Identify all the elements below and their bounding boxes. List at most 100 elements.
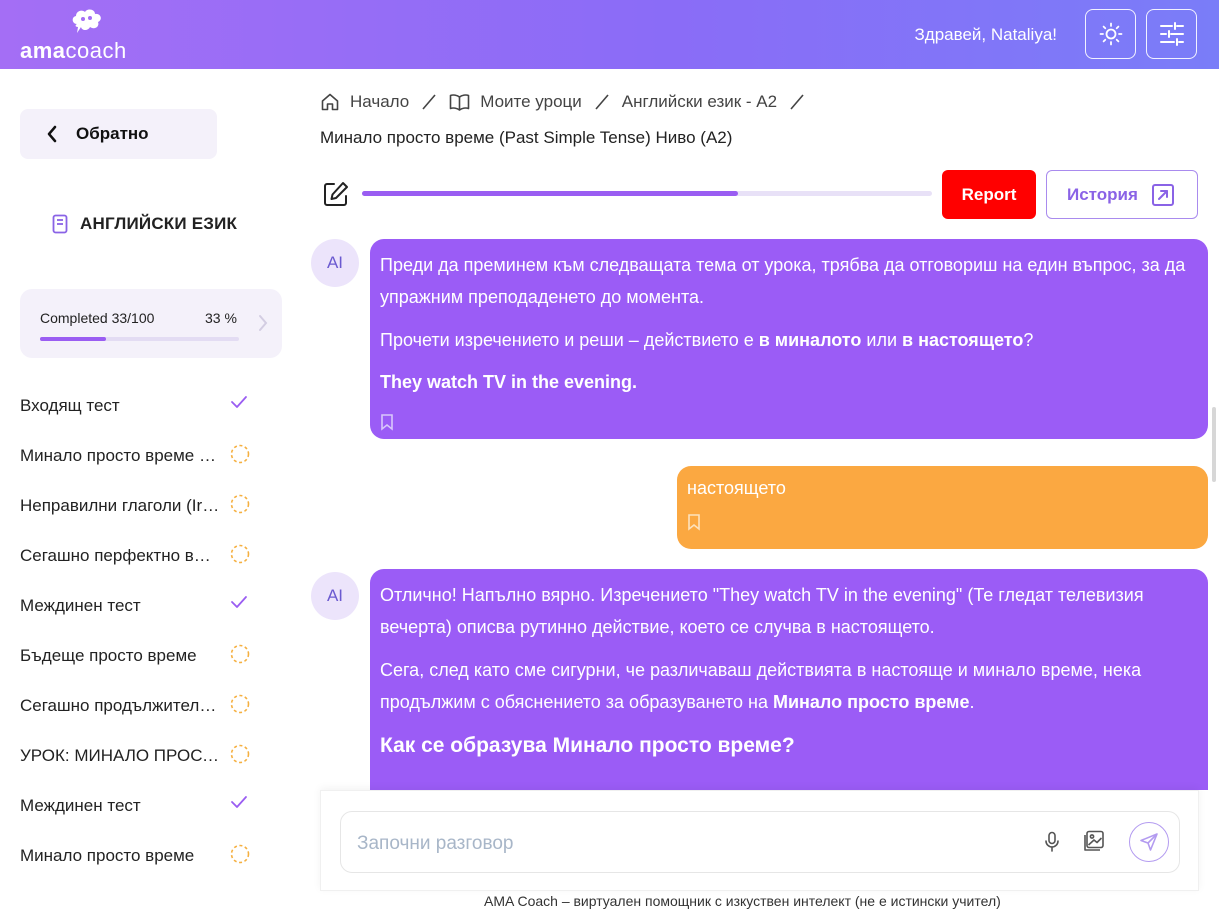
progress-label: Completed 33/100 xyxy=(40,310,155,326)
ai-message: Отлично! Напълно вярно. Изречението "The… xyxy=(370,569,1208,790)
image-upload-icon[interactable] xyxy=(1083,830,1105,852)
breadcrumb-course-label: Английски език - А2 xyxy=(621,92,778,111)
send-icon xyxy=(1140,833,1158,851)
pending-circle-icon xyxy=(230,644,250,669)
check-icon xyxy=(230,394,248,415)
check-icon xyxy=(230,794,248,815)
sidebar-lesson-title: Сегашно продължително време xyxy=(20,696,220,715)
sidebar-lesson-title: Сегашно перфектно време xyxy=(20,546,220,565)
chat-thread[interactable]: AI Преди да преминем към следващата тема… xyxy=(300,232,1219,790)
message-text-part: ? xyxy=(1023,329,1034,350)
sliders-icon xyxy=(1159,22,1184,46)
sidebar-lesson-title: Бъдеще просто време xyxy=(20,646,197,665)
pending-circle-icon xyxy=(230,744,250,769)
sidebar-lesson-title: УРОК: МИНАЛО ПРОСТО ВРЕМЕ xyxy=(20,746,220,765)
sidebar-lesson-item[interactable]: Сегашно перфектно време xyxy=(20,531,260,581)
message-text: Преди да преминем към следващата тема от… xyxy=(380,255,1186,308)
breadcrumb-my-lessons[interactable]: Моите уроци xyxy=(449,92,582,112)
logo-ama: AMA xyxy=(20,38,66,63)
message-text-part: или xyxy=(861,329,903,350)
slash-separator-icon xyxy=(595,94,609,110)
lesson-list: Входящ тест Минало просто време (Past Sim… xyxy=(20,381,260,881)
bookmark-icon xyxy=(688,514,700,531)
message-text-bold: They watch TV in the evening. xyxy=(380,372,638,393)
pending-circle-icon xyxy=(230,494,250,519)
logo-coach: Coach xyxy=(65,38,127,63)
sidebar-lesson-title: Входящ тест xyxy=(20,396,120,415)
breadcrumb-my-lessons-label: Моите уроци xyxy=(480,92,582,111)
message-text-part: . xyxy=(969,692,975,713)
breadcrumb-course[interactable]: Английски език - А2 xyxy=(622,92,777,112)
book-icon xyxy=(52,214,68,234)
bookmark-button[interactable] xyxy=(687,513,1198,536)
message-text: настоящето xyxy=(687,478,786,498)
microphone-icon[interactable] xyxy=(1044,831,1060,853)
course-title: АНГЛИЙСКИ ЕЗИК xyxy=(52,214,237,234)
message-text-bold: They watch TV in the evening. xyxy=(380,366,1198,398)
settings-button[interactable] xyxy=(1146,9,1197,59)
sidebar-lesson-item[interactable]: Сегашно продължително време xyxy=(20,681,260,731)
back-button-label: Обратно xyxy=(76,124,149,143)
message-text-bold: в настоящето xyxy=(902,329,1024,350)
theme-toggle-button[interactable] xyxy=(1085,9,1136,59)
lesson-title: Минало просто време (Past Simple Tense) … xyxy=(320,128,733,147)
logo-wordmark: AMACoach xyxy=(20,38,127,64)
app-logo[interactable]: AMACoach xyxy=(18,8,148,64)
home-icon xyxy=(321,93,339,111)
breadcrumb: Начало Моите уроци Английски език - А2 xyxy=(320,92,817,112)
message-text-bold: Минало просто време xyxy=(772,692,970,713)
sidebar-lesson-item[interactable]: Минало просто време xyxy=(20,831,260,881)
sidebar: Обратно АНГЛИЙСКИ ЕЗИК Completed 33/100 … xyxy=(0,69,300,910)
app-header: AMACoach Здравей, Nataliya! xyxy=(0,0,1219,69)
sidebar-lesson-item[interactable]: Неправилни глаголи (Irregular Verbs) xyxy=(20,481,260,531)
breadcrumb-home-label: Начало xyxy=(350,92,410,111)
lesson-progress-fill xyxy=(362,191,739,196)
sidebar-lesson-title: Междинен тест xyxy=(20,596,141,615)
ai-message: Преди да преминем към следващата тема от… xyxy=(370,239,1208,439)
progress-percent: 33 % xyxy=(205,310,237,326)
pending-circle-icon xyxy=(230,694,250,719)
chevron-right-icon xyxy=(259,315,268,331)
bookmark-button[interactable] xyxy=(380,409,1198,431)
sun-icon xyxy=(1099,22,1122,46)
message-text-part: Прочети изречението и реши – действието … xyxy=(380,329,759,350)
pending-circle-icon xyxy=(230,544,250,569)
slash-separator-icon xyxy=(422,94,436,110)
message-text-bold: в миналото xyxy=(758,329,862,350)
edit-icon[interactable] xyxy=(322,180,350,208)
history-button[interactable]: История xyxy=(1046,170,1198,219)
sidebar-lesson-title: Междинен тест xyxy=(20,796,141,815)
history-button-label: История xyxy=(1067,184,1138,204)
sidebar-lesson-item[interactable]: Бъдеще просто време xyxy=(20,631,260,681)
chevron-left-icon xyxy=(47,125,57,143)
sidebar-lesson-item[interactable]: Междинен тест xyxy=(20,581,260,631)
message-input[interactable]: Започни разговор xyxy=(340,811,1180,873)
message-text: Прочети изречението и реши – действието … xyxy=(380,324,1198,356)
chat-scrollbar[interactable] xyxy=(1212,407,1216,482)
sidebar-lesson-item[interactable]: Междинен тест xyxy=(20,781,260,831)
bookmark-icon xyxy=(381,413,393,431)
slash-separator-icon xyxy=(790,94,804,110)
sidebar-lesson-item[interactable]: Минало просто време (Past Simple Tense) xyxy=(20,431,260,481)
composer: Започни разговор xyxy=(320,790,1199,891)
pending-circle-icon xyxy=(230,444,250,469)
sidebar-lesson-item[interactable]: Входящ тест xyxy=(20,381,260,431)
progress-track xyxy=(40,337,239,341)
breadcrumb-home[interactable]: Начало xyxy=(320,92,409,112)
user-greeting: Здравей, Nataliya! xyxy=(914,25,1057,44)
message-heading: Как се образува Минало просто време? xyxy=(380,733,795,757)
brain-cloud-icon xyxy=(72,9,101,33)
user-message: настоящето xyxy=(677,466,1208,549)
sidebar-lesson-item[interactable]: УРОК: МИНАЛО ПРОСТО ВРЕМЕ xyxy=(20,731,260,781)
open-book-icon xyxy=(449,94,470,111)
disclaimer-note: AMA Coach – виртуален помощник с изкуств… xyxy=(484,893,1001,909)
send-button[interactable] xyxy=(1129,822,1169,862)
report-button[interactable]: Report xyxy=(942,170,1036,219)
message-text: Отлично! Напълно вярно. Изречението "The… xyxy=(380,585,1144,638)
back-button[interactable]: Обратно xyxy=(20,109,217,159)
message-input-placeholder: Започни разговор xyxy=(357,833,514,854)
sidebar-lesson-title: Неправилни глаголи (Irregular Verbs) xyxy=(20,496,220,515)
sidebar-lesson-title: Минало просто време xyxy=(20,846,195,865)
course-progress-card[interactable]: Completed 33/100 33 % xyxy=(20,289,282,358)
ai-avatar: AI xyxy=(311,572,359,620)
